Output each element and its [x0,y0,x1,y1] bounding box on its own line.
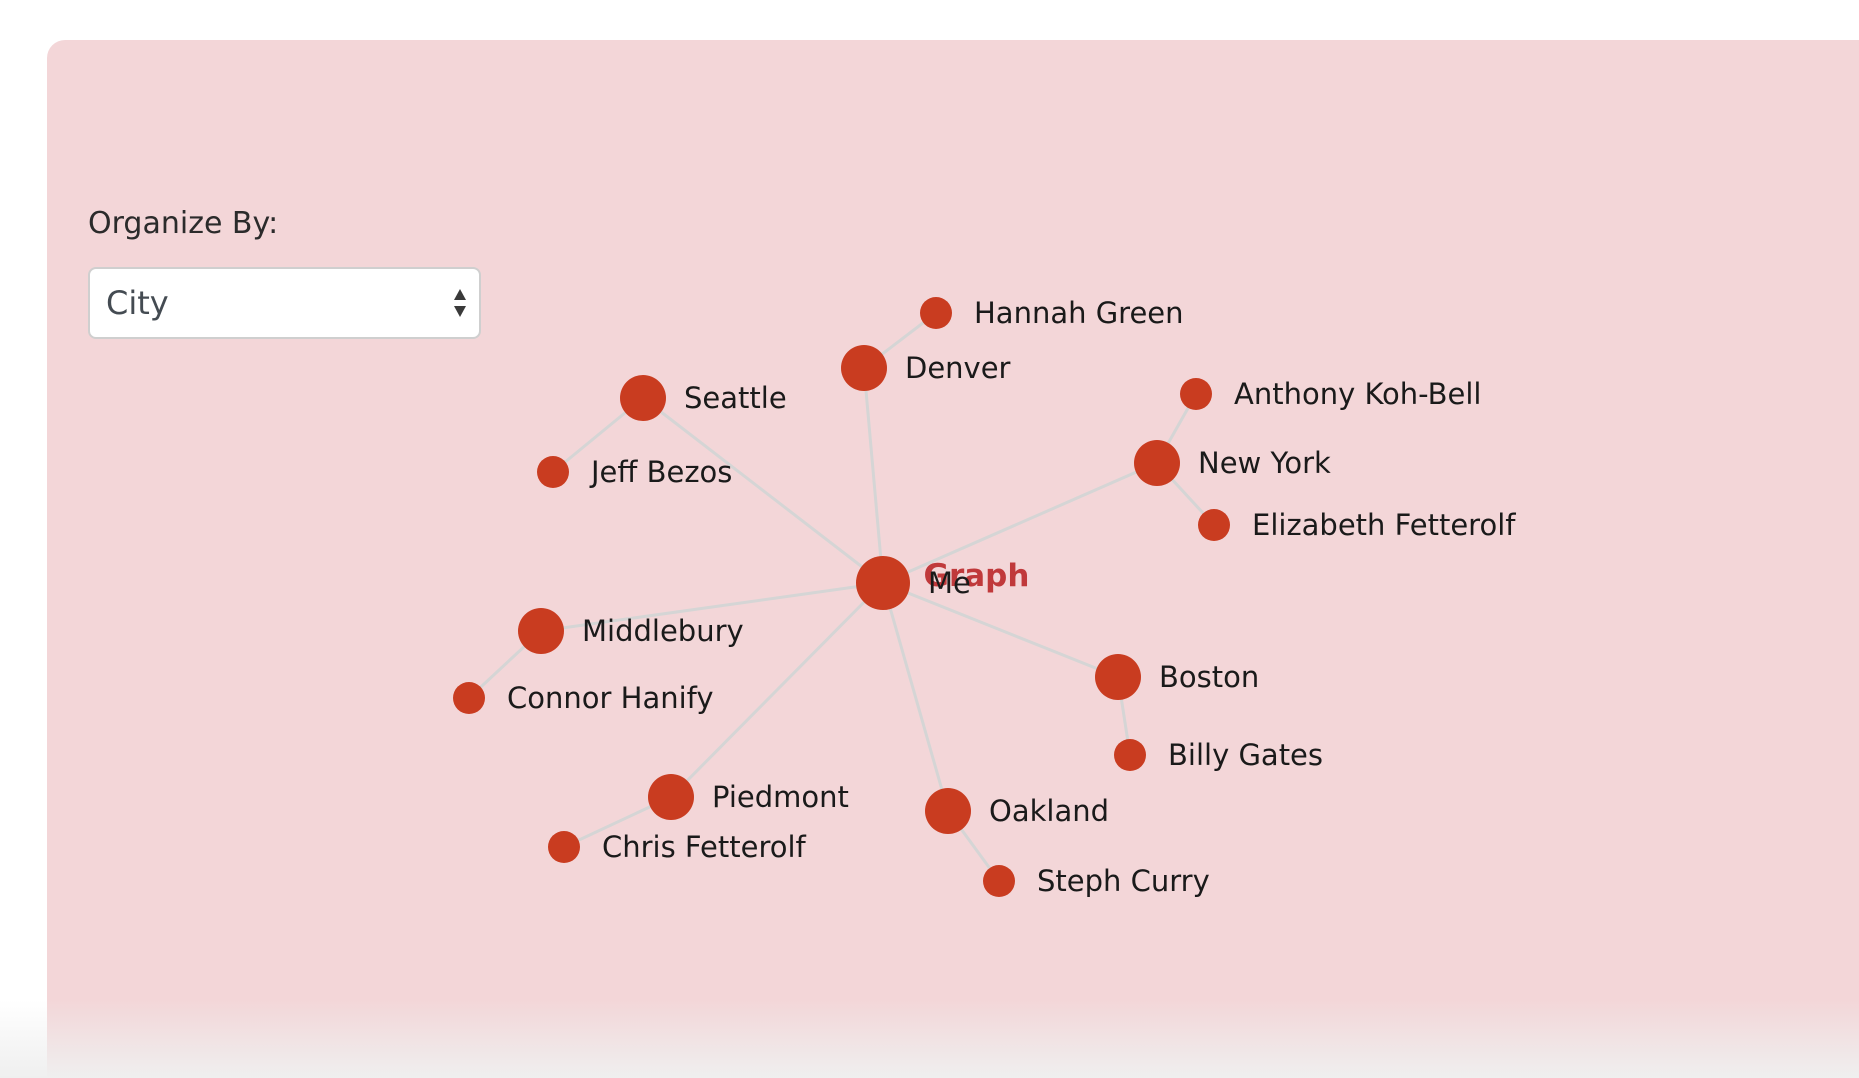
graph-nodes: Me Seattle Jeff Bezos Denver Hannah Green New… [453,296,1516,898]
node-elizabeth-label: Elizabeth Fetterolf [1252,508,1516,542]
tab-graph[interactable]: Graph [47,40,1859,1078]
node-billy[interactable]: Billy Gates [1114,738,1323,772]
node-anthony-label: Anthony Koh-Bell [1234,377,1481,411]
node-denver[interactable]: Denver [841,345,1011,391]
node-chris-label: Chris Fetterolf [602,830,807,864]
organize-by-label: Organize By: [88,206,279,241]
node-denver-dot[interactable] [841,345,887,391]
node-oakland-label: Oakland [989,794,1109,828]
node-jeff-dot[interactable] [537,456,569,488]
node-me-dot[interactable] [856,556,910,610]
node-seattle-label: Seattle [684,381,787,415]
node-chris-dot[interactable] [548,831,580,863]
edge-me-boston [882,581,1119,679]
node-chris[interactable]: Chris Fetterolf [548,830,807,864]
tab-list[interactable]: List [47,40,1809,137]
node-jeff-label: Jeff Bezos [589,455,732,489]
bottom-shade [0,1000,1859,1078]
edge-me-denver [862,367,885,584]
organize-by-value: City [106,284,169,322]
edge-me-oakland [881,582,950,812]
node-newyork-dot[interactable] [1134,440,1180,486]
node-middlebury-dot[interactable] [518,608,564,654]
node-seattle[interactable]: Seattle [620,375,787,421]
network-graph: Me Seattle Jeff Bezos Denver Hannah Green New… [453,296,1516,898]
edge-me-newyork [882,461,1158,585]
node-anthony-dot[interactable] [1180,378,1212,410]
node-middlebury-label: Middlebury [582,614,744,648]
node-anthony[interactable]: Anthony Koh-Bell [1180,377,1481,411]
node-me[interactable]: Me [856,556,971,610]
select-arrows-icon [454,289,466,317]
node-oakland-dot[interactable] [925,788,971,834]
node-seattle-dot[interactable] [620,375,666,421]
node-newyork[interactable]: New York [1134,440,1331,486]
node-elizabeth[interactable]: Elizabeth Fetterolf [1198,508,1516,542]
tab-list-label: List [900,67,956,104]
node-oakland[interactable]: Oakland [925,788,1109,834]
node-boston[interactable]: Boston [1095,654,1259,700]
node-boston-dot[interactable] [1095,654,1141,700]
node-boston-label: Boston [1159,660,1259,694]
page: List Graph Organize By: City Me Seattle Je… [0,0,1859,1078]
node-piedmont-label: Piedmont [712,780,849,814]
node-connor-dot[interactable] [453,682,485,714]
node-middlebury[interactable]: Middlebury [518,608,744,654]
edge-me-seattle [642,396,884,585]
node-billy-dot[interactable] [1114,739,1146,771]
node-newyork-label: New York [1198,446,1331,480]
node-denver-label: Denver [905,351,1011,385]
node-hannah[interactable]: Hannah Green [920,296,1184,330]
node-piedmont[interactable]: Piedmont [648,774,849,820]
node-piedmont-dot[interactable] [648,774,694,820]
node-elizabeth-dot[interactable] [1198,509,1230,541]
node-steph-dot[interactable] [983,865,1015,897]
node-hannah-label: Hannah Green [974,296,1184,330]
node-hannah-dot[interactable] [920,297,952,329]
node-me-label: Me [928,566,971,600]
view-tabs: List Graph [47,40,1859,1078]
node-connor-label: Connor Hanify [507,681,714,715]
node-steph[interactable]: Steph Curry [983,864,1210,898]
node-steph-label: Steph Curry [1037,864,1210,898]
node-connor[interactable]: Connor Hanify [453,681,714,715]
organize-by-select[interactable]: City [88,267,481,339]
node-billy-label: Billy Gates [1168,738,1323,772]
node-jeff[interactable]: Jeff Bezos [537,455,732,489]
